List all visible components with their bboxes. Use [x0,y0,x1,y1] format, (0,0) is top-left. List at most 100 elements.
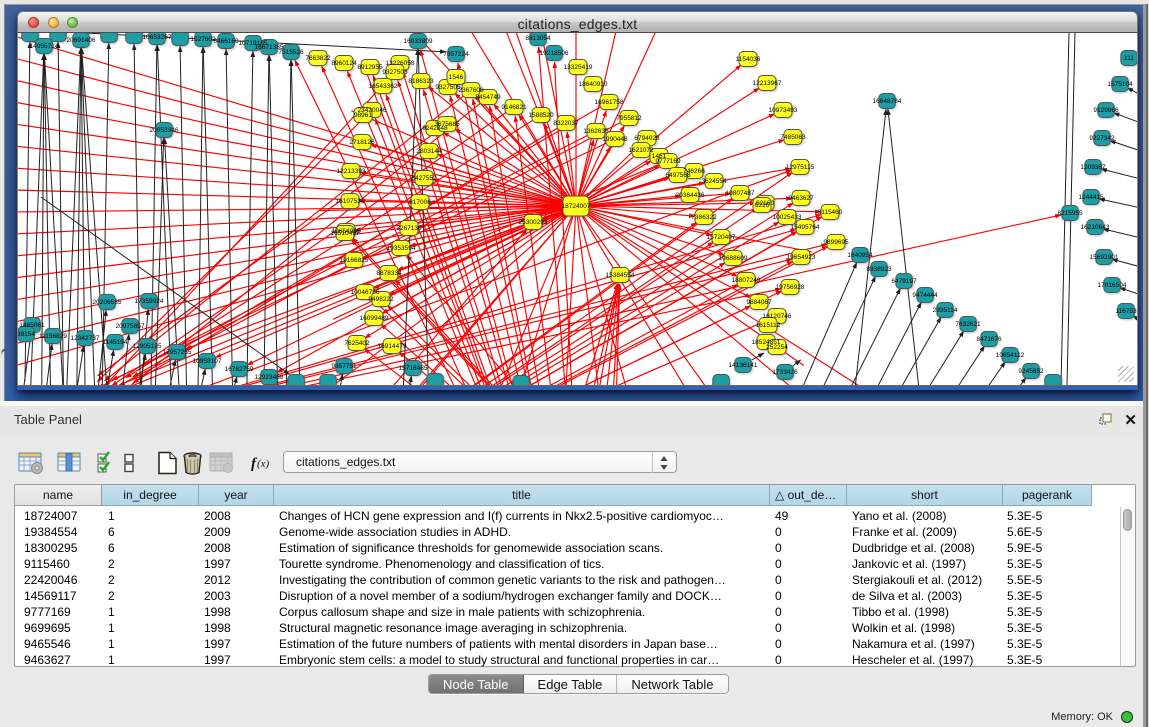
svg-text:1575104: 1575104 [1107,81,1133,88]
svg-text:20975857: 20975857 [116,323,145,330]
svg-text:3624554: 3624554 [701,178,727,185]
svg-text:15495764: 15495764 [791,224,820,231]
svg-text:1990448: 1990448 [602,136,628,143]
svg-text:9498222: 9498222 [368,296,394,303]
svg-text:6479197: 6479197 [891,278,917,285]
svg-text:8186323: 8186323 [408,78,434,85]
svg-text:10653267: 10653267 [143,34,172,41]
svg-text:8471676: 8471676 [976,336,1002,343]
svg-text:1209387: 1209387 [1080,164,1106,171]
svg-text:16510497: 16510497 [331,230,360,237]
svg-text:8938923: 8938923 [866,266,892,273]
svg-text:7386322: 7386322 [691,214,717,221]
svg-text:16961758: 16961758 [595,99,624,106]
svg-text:9884067: 9884067 [746,299,772,306]
svg-text:10958107: 10958107 [193,358,222,365]
svg-text:1588520: 1588520 [528,112,554,119]
svg-text:10046756: 10046756 [351,289,380,296]
svg-text:16120746: 16120746 [763,313,792,320]
svg-text:2367608: 2367608 [458,87,484,94]
svg-text:7625402: 7625402 [344,340,370,347]
svg-text:9857751: 9857751 [331,363,357,370]
svg-text:8454749: 8454749 [475,94,501,101]
svg-text:18640910: 18640910 [579,81,608,88]
svg-text:10973493: 10973493 [769,107,798,114]
svg-text:12213967: 12213967 [753,80,782,87]
svg-text:6497568: 6497568 [665,172,691,179]
svg-text:15384554: 15384554 [606,272,635,279]
svg-text:12213393: 12213393 [337,168,366,175]
svg-text:19353594: 19353594 [387,245,416,252]
svg-text:20053346: 20053346 [150,127,179,134]
svg-text:9146821: 9146821 [501,104,527,111]
svg-text:8813054: 8813054 [525,35,551,42]
svg-text:1154036: 1154036 [736,56,761,63]
svg-text:9245652: 9245652 [1018,368,1044,375]
svg-text:9327503: 9327503 [382,69,408,76]
svg-text:19218506: 19218506 [540,50,569,57]
svg-text:1244415: 1244415 [1078,194,1104,201]
svg-text:8427552: 8427552 [411,175,437,182]
svg-text:16099489: 16099489 [360,315,389,322]
svg-text:16210643: 16210643 [1081,224,1110,231]
svg-text:9227342: 9227342 [1089,135,1115,142]
svg-text:12905135: 12905135 [133,343,162,350]
svg-text:1640954: 1640954 [847,252,873,259]
svg-text:19166825: 19166825 [340,257,369,264]
svg-text:7663822: 7663822 [305,55,331,62]
svg-text:9463627: 9463627 [788,195,814,202]
svg-text:39154: 39154 [18,331,35,338]
svg-text:25300293: 25300293 [519,219,548,226]
svg-text:3267130: 3267130 [396,225,422,232]
svg-text:15716485: 15716485 [399,365,428,372]
svg-text:10025433: 10025433 [773,214,802,221]
svg-text:111: 111 [1124,55,1134,62]
svg-text:13226058: 13226058 [386,60,415,67]
svg-text:20206535: 20206535 [93,299,122,306]
svg-text:10654112: 10654112 [996,352,1025,359]
svg-text:18807249: 18807249 [732,277,761,284]
svg-text:9115460: 9115460 [818,209,843,216]
svg-text:1527602: 1527602 [190,36,216,43]
svg-text:20364436: 20364436 [676,192,705,199]
svg-text:6216: 6216 [755,202,770,209]
svg-text:2718126: 2718126 [349,139,375,146]
svg-text:9777169: 9777169 [655,158,681,165]
svg-text:9327505: 9327505 [435,84,461,91]
svg-text:16033809: 16033809 [404,38,433,45]
svg-text:16782759: 16782759 [225,366,254,373]
svg-text:12923468: 12923468 [255,374,284,381]
svg-text:6794028: 6794028 [634,135,660,142]
svg-text:20691406: 20691406 [67,37,96,44]
svg-text:8878334: 8878334 [376,270,402,277]
svg-text:7515526: 7515526 [278,49,304,56]
svg-text:18724007: 18724007 [562,203,591,210]
svg-text:15720407: 15720407 [707,234,736,241]
svg-text:7632621: 7632621 [955,321,981,328]
svg-text:6466160: 6466160 [213,38,239,45]
svg-text:17016504: 17016504 [1098,282,1127,289]
svg-text:8215955: 8215955 [1057,210,1083,217]
svg-text:14136141: 14136141 [729,362,758,369]
svg-text:16543362: 16543362 [369,83,398,90]
svg-text:9899695: 9899695 [823,239,849,246]
svg-text:19654923: 19654923 [787,254,816,261]
svg-text:2803144: 2803144 [416,148,442,155]
svg-text:8322037: 8322037 [553,120,579,127]
svg-text:7955812: 7955812 [616,115,642,122]
svg-text:15692901: 15692901 [1090,254,1119,261]
svg-text:13325419: 13325419 [564,64,593,71]
svg-text:17359924: 17359924 [135,298,164,305]
svg-text:7857224: 7857224 [443,51,469,58]
svg-text:16914479: 16914479 [378,343,407,350]
svg-text:14055714: 14055714 [30,43,59,50]
svg-text:11156829: 11156829 [39,333,67,340]
svg-text:8912955: 8912955 [357,64,383,71]
svg-text:7485063: 7485063 [780,134,806,141]
svg-text:16648784: 16648784 [873,98,902,105]
svg-text:1145194: 1145194 [103,339,128,346]
svg-text:1733426: 1733426 [772,369,798,376]
svg-text:9474444: 9474444 [912,292,938,299]
svg-text:9129966: 9129966 [1093,107,1119,114]
svg-text:(x): (x) [257,458,270,470]
